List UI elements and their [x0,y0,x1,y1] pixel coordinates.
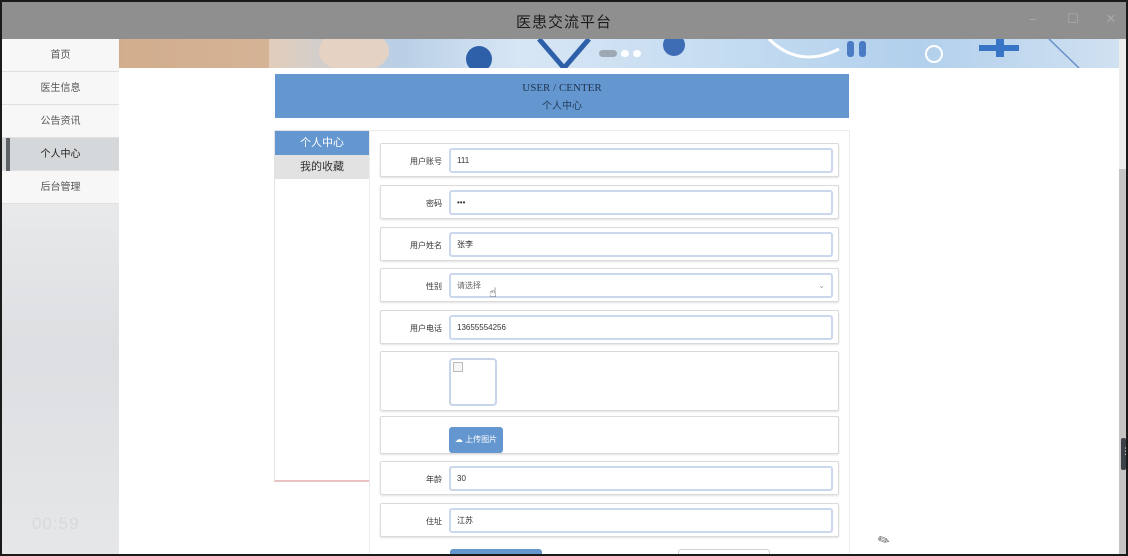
phone-input[interactable]: 13655554256 [449,315,833,340]
form-row-name: 用户姓名 张李 [380,227,839,261]
sidebar-item-user-center[interactable]: 个人中心 [2,138,119,171]
form-row-account: 用户账号 111 [380,143,839,177]
page-title-en: USER / CENTER [522,82,602,94]
name-label: 用户姓名 [410,241,442,250]
hand-pointer-icon: ☝ [489,285,497,300]
address-input[interactable]: 江苏 [449,508,833,533]
browser-window: 医患交流平台 – ☐ ✕ 首页 医生信息 公告资讯 个人中心 后台管理 00:5… [0,0,1128,556]
sidebar-item-admin[interactable]: 后台管理 [2,171,119,204]
password-label: 密码 [426,199,442,208]
banner-illustration [119,39,1080,68]
sidebar-item-home[interactable]: 首页 [2,39,119,72]
sidebar-item-label: 个人中心 [40,149,81,160]
form-row-address: 住址 江苏 [380,503,839,537]
form-row-avatar [380,351,839,411]
update-button[interactable] [450,549,542,554]
sidebar-item-label: 公告资讯 [40,116,81,127]
side-drawer-handle[interactable] [1121,438,1126,470]
gender-select-value: 请选择 [457,281,481,290]
form-row-age: 年龄 30 [380,461,839,495]
carousel-dot[interactable] [633,50,641,57]
address-label: 住址 [426,517,442,526]
page-header: USER / CENTER 个人中心 [275,74,849,118]
tab-label: 个人中心 [300,137,344,149]
gender-select[interactable]: 请选择 ⌄ [449,273,833,298]
name-input[interactable]: 张李 [449,232,833,257]
sidebar-item-label: 后台管理 [40,182,81,193]
clock-watermark: 00:59 [32,514,80,533]
form-row-upload: ☁ 上传图片 [380,416,839,454]
cloud-upload-icon: ☁ [454,435,463,444]
sidebar-item-label: 首页 [50,50,71,61]
pen-cursor-icon: ✎ [874,530,893,550]
account-input[interactable]: 111 [449,148,833,173]
maximize-icon[interactable]: ☐ [1064,10,1082,28]
form-row-phone: 用户电话 13655554256 [380,310,839,344]
window-title: 医患交流平台 [515,14,612,31]
banner-carousel [119,39,1119,68]
minimize-icon[interactable]: – [1024,10,1042,28]
sidebar-item-doctor-info[interactable]: 医生信息 [2,72,119,105]
page-scrollbar[interactable] [1119,39,1126,554]
password-input[interactable]: ••• [449,190,833,215]
page-title-cn: 个人中心 [542,101,582,112]
account-label: 用户账号 [410,157,442,166]
carousel-dot[interactable] [599,50,617,57]
age-input[interactable]: 30 [449,466,833,491]
tab-my-favorites[interactable]: 我的收藏 [275,155,369,179]
upload-image-button[interactable]: ☁ 上传图片 [449,427,503,453]
age-label: 年龄 [426,475,442,484]
sidebar-item-label: 医生信息 [40,83,81,94]
broken-image-icon [453,362,463,372]
tab-user-center[interactable]: 个人中心 [275,131,369,155]
gender-label: 性别 [426,282,442,291]
form-row-gender: 性别 请选择 ⌄ ☝ [380,268,839,302]
center-tabs: 个人中心 我的收藏 [274,130,370,482]
close-icon[interactable]: ✕ [1102,10,1120,28]
phone-label: 用户电话 [410,324,442,333]
form-row-password: 密码 ••• [380,185,839,219]
avatar-preview[interactable] [449,358,497,406]
sidebar: 首页 医生信息 公告资讯 个人中心 后台管理 00:59 [2,39,119,554]
logout-button[interactable] [678,549,770,554]
carousel-dot[interactable] [621,50,629,57]
profile-form: 用户账号 111 密码 ••• 用户姓名 张李 性别 请选择 ⌄ ☝ 用户电话 … [369,130,850,554]
upload-button-label: 上传图片 [465,435,498,444]
chevron-down-icon: ⌄ [818,281,825,290]
tab-label: 我的收藏 [300,161,344,173]
sidebar-item-announcements[interactable]: 公告资讯 [2,105,119,138]
title-bar: 医患交流平台 – ☐ ✕ [2,2,1126,39]
scrollbar-thumb[interactable] [1119,169,1126,554]
